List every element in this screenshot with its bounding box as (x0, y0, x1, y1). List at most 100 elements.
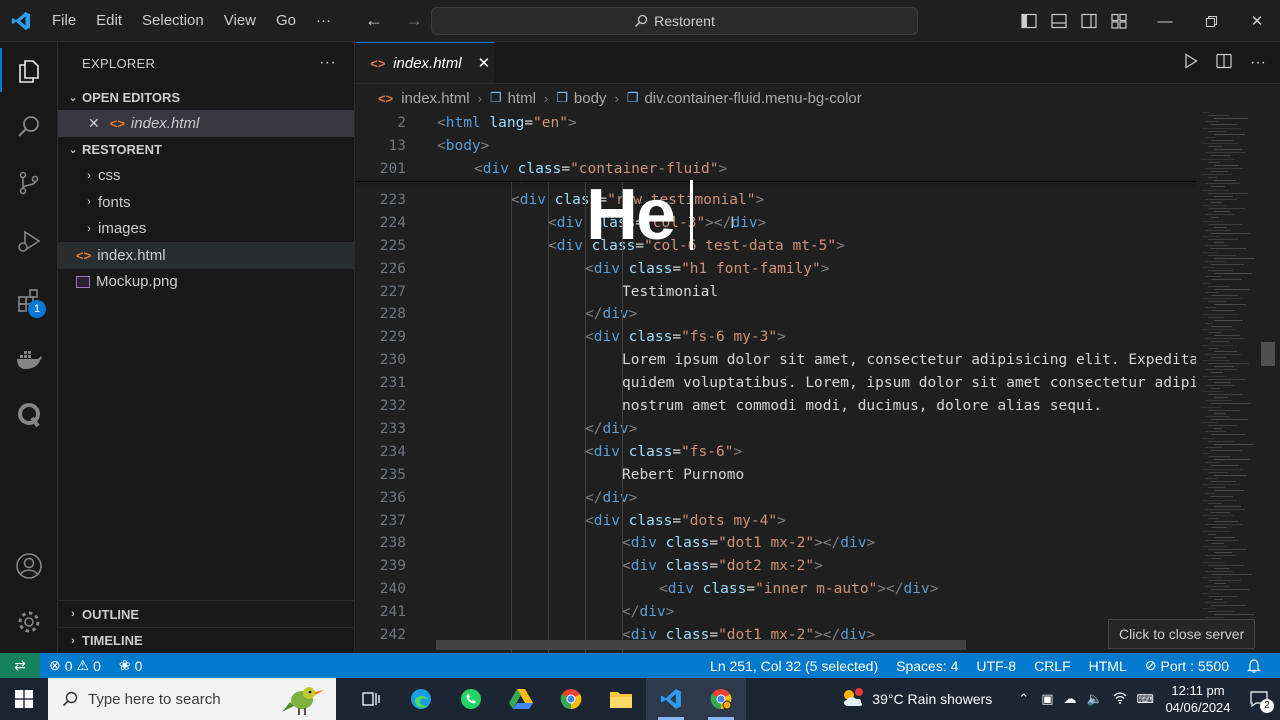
close-icon[interactable]: ✕ (478, 54, 491, 72)
menu-go[interactable]: Go (266, 0, 306, 42)
breadcrumb-body[interactable]: body (574, 90, 607, 107)
command-center-search[interactable]: Restorent (431, 7, 918, 35)
code-line: 239 <div class="dot2 mx-2"> (356, 555, 1196, 578)
folder-fonts[interactable]: › fonts (58, 189, 354, 216)
chrome-profile-icon[interactable] (696, 678, 746, 720)
language-icon[interactable]: ⌨ (1137, 692, 1154, 706)
minimap-line (1202, 344, 1233, 346)
minimap-line (1202, 236, 1220, 237)
folder-images[interactable]: › images (58, 216, 354, 243)
extensions-icon[interactable] (0, 274, 58, 328)
whatsapp-icon[interactable] (446, 678, 496, 720)
chrome-browser-icon[interactable] (546, 678, 596, 720)
close-icon[interactable]: ✕ (88, 115, 100, 132)
minimap[interactable] (1202, 112, 1260, 653)
toggle-primary-sidebar-icon[interactable] (1014, 0, 1044, 42)
explorer-icon[interactable] (0, 44, 58, 98)
close-window-icon[interactable]: ✕ (1234, 0, 1280, 42)
source-control-icon[interactable] (0, 156, 58, 210)
notification-center-icon[interactable]: 2 (1238, 678, 1280, 720)
minimize-icon[interactable]: — (1142, 0, 1188, 42)
toggle-panel-icon[interactable] (1044, 0, 1074, 42)
notifications-bell-icon[interactable] (1238, 658, 1270, 673)
html-file-icon: <> (378, 90, 394, 106)
minimap-line (1208, 301, 1227, 303)
cursor-position[interactable]: Ln 251, Col 32 (5 selected) (701, 658, 887, 674)
folder-css[interactable]: › css (58, 163, 354, 190)
timeline-header[interactable]: › TIMELINE (58, 627, 355, 653)
minimap-line (1205, 338, 1244, 340)
file-explorer-icon[interactable] (596, 678, 646, 720)
menu-view[interactable]: View (214, 0, 266, 42)
breadcrumb-div[interactable]: div.container-fluid.menu-bg-color (644, 90, 861, 107)
minimap-line (1205, 307, 1216, 309)
minimap-line (1208, 409, 1240, 411)
menu-file[interactable]: File (42, 0, 86, 42)
file-index-html[interactable]: <> index.html (58, 242, 354, 269)
tab-index-html[interactable]: <> index.html ✕ (356, 42, 494, 83)
taskbar-search-input[interactable]: Type here to search (48, 678, 336, 720)
explorer-more-button[interactable]: ··· (319, 54, 336, 72)
chevron-up-icon[interactable]: ⌃ (1018, 691, 1029, 707)
menu-edit[interactable]: Edit (86, 0, 132, 42)
settings-gear-icon[interactable] (0, 595, 58, 649)
outline-header[interactable]: › OUTLINE (58, 601, 355, 627)
minimap-line (1214, 474, 1247, 476)
split-editor-icon[interactable] (1216, 53, 1232, 74)
minimap-line (1205, 477, 1217, 479)
language-mode[interactable]: HTML (1080, 658, 1136, 674)
clock[interactable]: 12:11 pm 04/06/2024 (1158, 682, 1238, 716)
encoding[interactable]: UTF-8 (967, 658, 1025, 674)
vscode-taskbar-icon[interactable] (646, 678, 696, 720)
minimap-line (1208, 518, 1219, 520)
ports-indicator[interactable]: ❀ 0 (110, 657, 152, 674)
end-of-line[interactable]: CRLF (1025, 658, 1080, 674)
toggle-secondary-sidebar-icon[interactable] (1074, 0, 1104, 42)
vertical-scrollbar[interactable] (1261, 342, 1275, 366)
breadcrumb-html[interactable]: html (508, 90, 536, 107)
google-drive-icon[interactable] (496, 678, 546, 720)
minimap-line (1202, 453, 1212, 454)
remote-indicator-icon[interactable]: ⇄ (0, 653, 40, 678)
quokka-icon[interactable] (0, 388, 58, 442)
open-editors-header[interactable]: ⌄ OPEN EDITORS (58, 84, 354, 110)
code-text: </div> (585, 306, 638, 323)
search-icon[interactable] (0, 100, 58, 154)
wifi-icon[interactable] (1113, 691, 1127, 707)
back-arrow-icon[interactable]: ← (363, 10, 385, 31)
line-number: 238 (379, 535, 406, 552)
code-line: 237 <div class="dots my-4"> (356, 510, 1196, 533)
code-editor[interactable]: 222</div>223<div class="row testimonial"… (356, 112, 1196, 653)
run-debug-icon[interactable] (0, 214, 58, 268)
menu-selection[interactable]: Selection (132, 0, 214, 42)
indentation[interactable]: Spaces: 4 (887, 658, 967, 674)
onedrive-cloud-icon[interactable]: ☁ (1063, 691, 1076, 707)
docker-icon[interactable] (0, 332, 58, 386)
open-editor-item[interactable]: ✕ <> index.html (58, 110, 354, 137)
volume-icon[interactable]: 🔈 (1086, 691, 1102, 707)
problems-indicator[interactable]: ⊗ 0 ⚠ 0 (40, 657, 110, 674)
customize-layout-icon[interactable] (1104, 0, 1134, 42)
windows-start-icon[interactable] (0, 678, 48, 720)
edge-browser-icon[interactable] (396, 678, 446, 720)
live-server-port[interactable]: ⊘ Port : 5500 (1136, 657, 1238, 674)
restore-icon[interactable] (1188, 0, 1234, 42)
minimap-line (1214, 428, 1222, 430)
chevron-right-icon: › (87, 196, 91, 209)
line-number: 224 (379, 214, 406, 231)
weather-icon[interactable] (840, 687, 866, 712)
weather-text[interactable]: 39°C Rain showers (872, 691, 992, 707)
meet-now-icon[interactable]: ▣ (1041, 691, 1053, 707)
account-icon[interactable] (0, 539, 58, 593)
menu-more[interactable]: ··· (306, 0, 341, 42)
minimap-line (1205, 384, 1235, 386)
project-folder-header[interactable]: ⌄ RESTORENT (58, 137, 354, 163)
horizontal-scrollbar[interactable] (436, 640, 966, 650)
file-mockup-png[interactable]: Mockup.png (58, 269, 354, 296)
more-actions-icon[interactable]: ··· (1250, 54, 1266, 72)
forward-arrow-icon[interactable]: → (403, 10, 425, 31)
clock-time: 12:11 pm (1171, 683, 1225, 698)
task-view-icon[interactable] (346, 678, 396, 720)
breadcrumb-file[interactable]: index.html (401, 90, 469, 107)
run-icon[interactable] (1184, 52, 1198, 74)
